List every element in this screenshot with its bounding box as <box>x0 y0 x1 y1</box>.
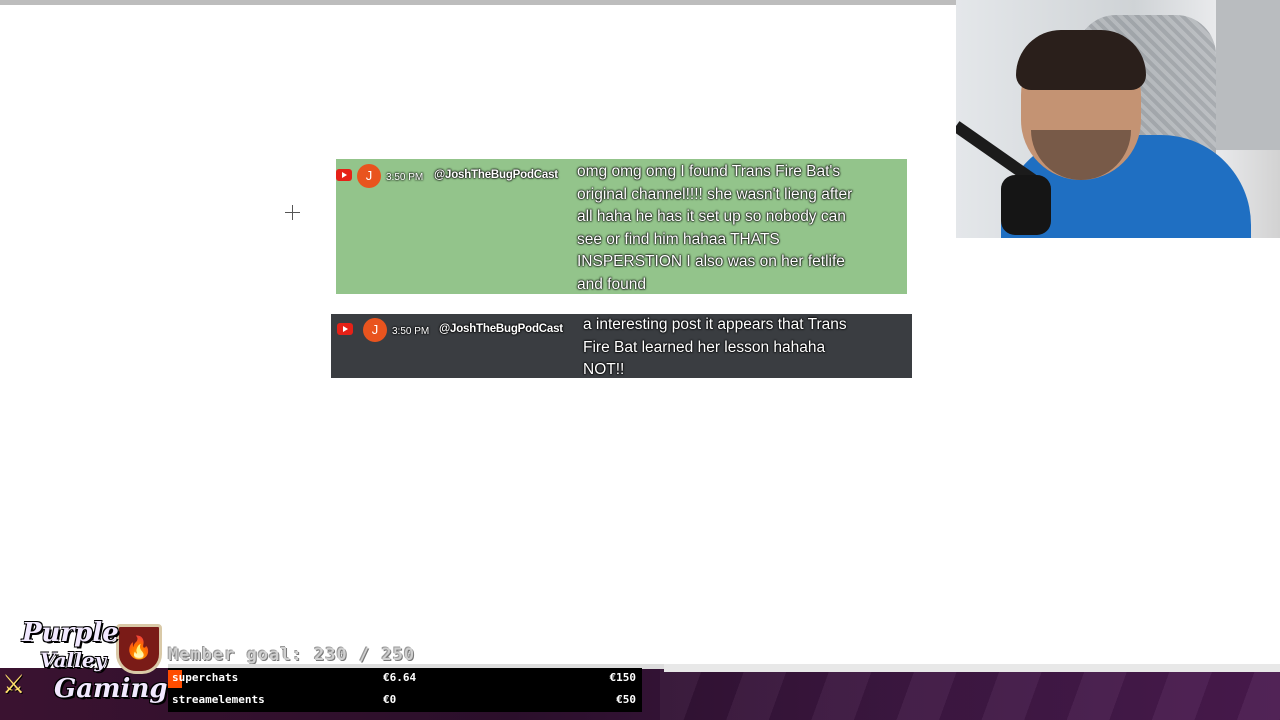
goal-row-superchats: superchats €6.64 €150 <box>168 668 642 690</box>
message-line: omg omg omg I found Trans Fire Bat's <box>577 163 841 180</box>
webcam-shelf <box>1216 0 1280 150</box>
shield-icon: 🔥 <box>116 624 162 674</box>
goal-row-streamelements: streamelements €0 €50 <box>168 690 642 712</box>
youtube-icon <box>336 169 352 181</box>
message-text: omg omg omg I found Trans Fire Bat's ori… <box>577 161 907 297</box>
member-goal-label: Member goal: 230 / 250 <box>168 645 416 665</box>
avatar: J <box>357 164 381 188</box>
logo-text: Purple <box>22 618 119 648</box>
goal-target: €150 <box>609 671 637 684</box>
message-author: @JoshTheBugPodCast <box>434 169 558 181</box>
webcam-person-hair <box>1016 30 1146 90</box>
top-bar <box>0 0 960 5</box>
message-line: INSPERSTION I also was on her fetlife <box>577 253 845 271</box>
goal-name: streamelements <box>172 693 265 706</box>
message-line: see or find him hahaa THATS <box>577 230 780 248</box>
goal-name: superchats <box>172 671 239 684</box>
logo-text: Gaming <box>54 674 168 704</box>
webcam-feed <box>956 0 1280 238</box>
avatar: J <box>363 318 387 342</box>
logo-text: Valley <box>40 648 107 672</box>
overlay-pattern <box>660 668 1280 720</box>
youtube-icon <box>337 323 353 335</box>
message-time: 3:50 PM <box>386 172 424 183</box>
overlay-strip <box>664 664 1280 672</box>
goal-current: €6.64 <box>383 671 417 684</box>
message-line: all haha he has it set up so nobody can <box>577 208 846 226</box>
message-line: a interesting post it appears that Trans <box>583 316 847 333</box>
chat-message: J 3:50 PM @JoshTheBugPodCast a interesti… <box>331 314 912 378</box>
donation-goals: superchats €6.64 €150 streamelements €0 … <box>168 668 642 712</box>
microphone <box>1001 175 1051 235</box>
channel-logo: 🔥 ⚔ Purple Valley Gaming <box>0 614 168 720</box>
crosshair-cursor-icon <box>285 205 300 220</box>
goal-target: €50 <box>616 693 636 706</box>
message-line: Fire Bat learned her lesson hahaha <box>583 338 826 356</box>
message-line: original channel!!!! she wasn't lieng af… <box>577 185 853 203</box>
goal-current: €0 <box>383 693 397 706</box>
message-line: and found <box>577 275 646 293</box>
message-line: NOT!! <box>583 361 625 379</box>
chat-message: J 3:50 PM @JoshTheBugPodCast omg omg omg… <box>336 159 907 294</box>
message-text: a interesting post it appears that Trans… <box>583 314 908 382</box>
message-author: @JoshTheBugPodCast <box>439 323 563 335</box>
message-time: 3:50 PM <box>392 326 430 337</box>
sword-icon: ⚔ <box>2 670 26 700</box>
